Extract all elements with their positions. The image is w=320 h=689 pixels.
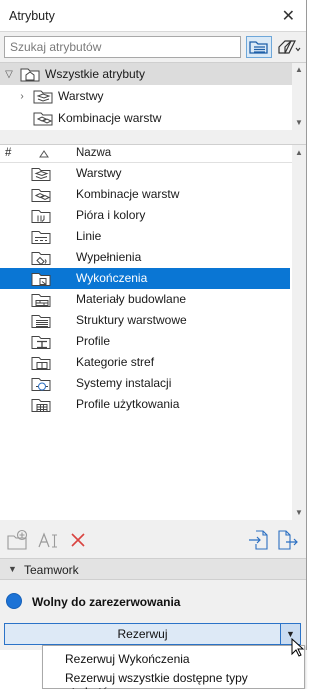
list-item-label: Systemy instalacji xyxy=(76,376,172,390)
list-header: # Nazwa xyxy=(0,145,292,163)
layer-combinations-icon xyxy=(33,112,53,126)
tag-filter-button[interactable] xyxy=(276,36,302,58)
layers-icon xyxy=(31,168,51,181)
layer-combinations-icon xyxy=(31,189,51,202)
rename-button[interactable] xyxy=(37,529,59,551)
list-item[interactable]: Kategorie stref xyxy=(0,352,290,373)
rename-icon xyxy=(38,532,57,548)
building-materials-icon xyxy=(31,294,51,307)
import-button[interactable] xyxy=(247,529,269,551)
new-attribute-icon xyxy=(7,529,28,550)
export-button[interactable] xyxy=(277,529,299,551)
pens-colors-icon xyxy=(31,210,51,223)
list-item-label: Kategorie stref xyxy=(76,355,155,369)
delete-button[interactable] xyxy=(67,529,89,551)
list-item-label: Profile użytkowania xyxy=(76,397,180,411)
teamwork-section-header[interactable]: ▼ Teamwork xyxy=(0,558,306,580)
folder-view-icon xyxy=(249,41,268,54)
reserve-menu: Rezerwuj Wykończenia Rezerwuj wszystkie … xyxy=(42,645,305,689)
list-item-label: Wypełnienia xyxy=(76,250,142,264)
sort-ascending-icon[interactable] xyxy=(39,150,49,158)
list-item-label: Linie xyxy=(76,229,102,243)
scroll-down-icon[interactable]: ▼ xyxy=(292,117,306,129)
all-attributes-icon xyxy=(20,68,40,82)
delete-icon xyxy=(71,533,85,547)
close-icon[interactable]: ✕ xyxy=(282,6,295,26)
list-scrollbar[interactable]: ▲ ▼ xyxy=(292,145,306,521)
scroll-down-icon[interactable]: ▼ xyxy=(292,507,306,519)
tree-item-label: Kombinacje warstw xyxy=(58,111,162,125)
collapse-triangle-icon[interactable]: ▼ xyxy=(8,564,17,574)
list-item-label: Profile xyxy=(76,334,111,348)
list-item-label: Kombinacje warstw xyxy=(76,187,180,201)
attribute-list: # Nazwa Warstwy Kombinacje warstw Pióra i … xyxy=(0,144,306,521)
scroll-up-icon[interactable]: ▲ xyxy=(292,64,306,76)
list-item[interactable]: Warstwy xyxy=(0,163,290,184)
reserve-button[interactable]: Rezerwuj xyxy=(5,624,280,644)
tag-filter-icon xyxy=(278,40,301,54)
list-item[interactable]: Profile xyxy=(0,331,290,352)
surfaces-icon xyxy=(31,273,51,286)
profiles-icon xyxy=(31,336,51,349)
tree-item-all-attributes[interactable]: ▽ Wszystkie atrybuty xyxy=(0,63,292,85)
operation-profiles-icon xyxy=(31,399,51,412)
chevron-right-icon[interactable]: › xyxy=(16,91,28,102)
list-item[interactable]: Systemy instalacji xyxy=(0,373,290,394)
list-rows: Warstwy Kombinacje warstw Pióra i kolory Li… xyxy=(0,163,292,521)
composites-icon xyxy=(31,315,51,328)
list-item[interactable]: Wykończenia xyxy=(0,268,290,289)
list-item[interactable]: Profile użytkowania xyxy=(0,394,290,415)
tree-scrollbar[interactable]: ▲ ▼ xyxy=(292,63,306,131)
list-item-label: Wykończenia xyxy=(76,271,148,285)
tree-item-layers[interactable]: › Warstwy xyxy=(0,85,292,107)
zone-categories-icon xyxy=(31,357,51,370)
list-item[interactable]: Wypełnienia xyxy=(0,247,290,268)
mouse-cursor-icon xyxy=(291,638,305,657)
tree-item-layer-combinations[interactable]: Kombinacje warstw xyxy=(0,107,292,129)
attributes-panel: Atrybuty ✕ ▽ Wszystkie atrybu xyxy=(0,0,307,650)
status-text: Wolny do zarezerwowania xyxy=(32,595,181,609)
list-item-label: Struktury warstwowe xyxy=(76,313,187,327)
export-icon xyxy=(278,530,298,550)
list-item[interactable]: Materiały budowlane xyxy=(0,289,290,310)
mep-systems-icon xyxy=(31,378,51,391)
teamwork-label: Teamwork xyxy=(24,563,79,577)
list-item-label: Materiały budowlane xyxy=(76,292,187,306)
list-item[interactable]: Pióra i kolory xyxy=(0,205,290,226)
import-icon xyxy=(249,530,268,550)
column-header-number[interactable]: # xyxy=(5,147,11,159)
search-row xyxy=(0,32,306,62)
new-attribute-button[interactable] xyxy=(6,529,28,551)
list-item[interactable]: Struktury warstwowe xyxy=(0,310,290,331)
list-item[interactable]: Kombinacje warstw xyxy=(0,184,290,205)
lines-icon xyxy=(31,231,51,244)
layers-icon xyxy=(33,90,53,104)
list-item-label: Warstwy xyxy=(76,166,122,180)
scroll-up-icon[interactable]: ▲ xyxy=(292,147,306,159)
list-item[interactable]: Linie xyxy=(0,226,290,247)
tree-item-label: Wszystkie atrybuty xyxy=(45,67,146,81)
search-input[interactable] xyxy=(4,36,241,58)
tree-item-label: Warstwy xyxy=(58,89,104,103)
teamwork-status: Wolny do zarezerwowania xyxy=(0,580,306,620)
title-bar: Atrybuty ✕ xyxy=(0,0,306,32)
folder-view-button[interactable] xyxy=(246,36,272,58)
menu-item-reserve-surfaces[interactable]: Rezerwuj Wykończenia xyxy=(65,652,190,666)
list-item-label: Pióra i kolory xyxy=(76,208,146,222)
fills-icon xyxy=(31,252,51,266)
attribute-tree: ▽ Wszystkie atrybuty › Warstwy Kombinacj… xyxy=(0,62,306,131)
chevron-down-icon[interactable]: ▽ xyxy=(3,69,15,80)
column-header-name[interactable]: Nazwa xyxy=(76,147,111,159)
attribute-tools xyxy=(0,520,306,558)
reserve-split-button: Rezerwuj ▼ xyxy=(4,623,301,645)
status-indicator-icon xyxy=(6,593,22,609)
menu-item-reserve-all[interactable]: Rezerwuj wszystkie dostępne typy atrybut… xyxy=(65,671,304,689)
window-title: Atrybuty xyxy=(9,9,55,23)
